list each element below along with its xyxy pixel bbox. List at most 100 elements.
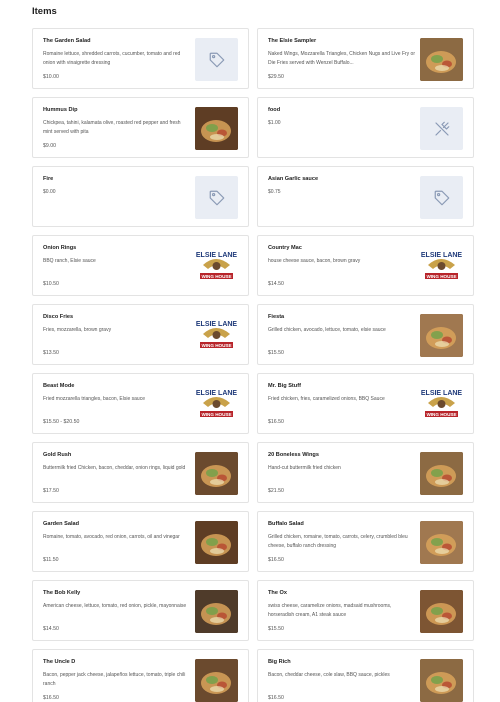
- item-price: $14.50: [268, 281, 284, 287]
- item-price: $15.50: [268, 350, 284, 356]
- item-photo: [195, 590, 238, 633]
- item-card[interactable]: The Elsie Sampler Naked Wings, Mozzarella…: [257, 28, 474, 89]
- item-price: $21.50: [268, 488, 284, 494]
- item-price: $16.50: [268, 419, 284, 425]
- item-price: $29.50: [268, 74, 284, 80]
- item-photo: [195, 107, 238, 150]
- restaurant-logo: ELSIE LANE WING HOUSE: [420, 383, 463, 426]
- item-description: Buttermilk fried Chicken, bacon, cheddar…: [43, 465, 186, 471]
- item-card[interactable]: The Bob Kelly American cheese, lettuce, t…: [32, 580, 249, 641]
- item-price: $16.50: [268, 695, 284, 701]
- item-description: Romaine lettuce, shredded carrots, cucum…: [43, 51, 181, 66]
- item-card[interactable]: Hummus Dip Chickpea, tahini, kalamata oli…: [32, 97, 249, 158]
- logo-text-line2: WING HOUSE: [201, 343, 231, 348]
- item-name: Buffalo Salad: [268, 521, 304, 527]
- logo-text-line1: ELSIE LANE: [196, 390, 238, 397]
- tag-icon: [209, 190, 224, 205]
- item-card[interactable]: Onion Rings BBQ ranch, Elsie sauce $10.50 E…: [32, 235, 249, 296]
- item-price: $14.50: [43, 626, 59, 632]
- item-card[interactable]: Mr. Big Stuff Fried chicken, fries, caram…: [257, 373, 474, 434]
- item-name: The Bob Kelly: [43, 590, 81, 596]
- item-name: food: [268, 107, 281, 113]
- item-description: Romaine, tomato, avocado, red onion, car…: [43, 534, 180, 540]
- item-name: The Garden Salad: [43, 38, 91, 44]
- item-image-placeholder: [420, 107, 463, 150]
- item-card[interactable]: The Uncle D Bacon, pepper jack cheese, ja…: [32, 649, 249, 702]
- logo-text-line2: WING HOUSE: [201, 412, 231, 417]
- item-description: $0.75: [268, 189, 281, 195]
- page-title: Items: [32, 6, 57, 17]
- item-name: 20 Boneless Wings: [268, 452, 319, 458]
- item-card[interactable]: Beast Mode Fried mozzarella triangles, ba…: [32, 373, 249, 434]
- item-name: Mr. Big Stuff: [268, 383, 301, 389]
- item-name: Fiesta: [268, 314, 285, 320]
- item-description: Fried chicken, fries, caramelized onions…: [268, 396, 385, 402]
- item-name: Big Rich: [268, 659, 291, 665]
- items-grid: The Garden Salad Romaine lettuce, shredde…: [32, 28, 474, 702]
- item-description: BBQ ranch, Elsie sauce: [43, 258, 96, 264]
- item-description: Fries, mozzarella, brown gravy: [43, 327, 112, 333]
- item-description: Fried mozzarella triangles, bacon, Elsie…: [43, 396, 145, 402]
- item-photo: [420, 659, 463, 702]
- item-name: Onion Rings: [43, 245, 77, 251]
- item-photo: [195, 452, 238, 495]
- item-description: Chickpea, tahini, kalamata olive, roaste…: [43, 120, 181, 135]
- logo-text-line1: ELSIE LANE: [196, 252, 238, 259]
- item-card[interactable]: Fiesta Grilled chicken, avocado, lettuce,…: [257, 304, 474, 365]
- item-card[interactable]: The Garden Salad Romaine lettuce, shredde…: [32, 28, 249, 89]
- item-name: The Ox: [268, 590, 287, 596]
- item-photo: [420, 590, 463, 633]
- item-description: $0.00: [43, 189, 56, 195]
- item-image-placeholder: [195, 38, 238, 81]
- item-description: Bacon, pepper jack cheese, jalapeños let…: [43, 672, 186, 687]
- item-photo: [420, 521, 463, 564]
- item-card[interactable]: 20 Boneless Wings Hand-cut buttermilk fri…: [257, 442, 474, 503]
- item-price: $10.50: [43, 281, 59, 287]
- logo-text-line2: WING HOUSE: [426, 274, 456, 279]
- item-name: Fire: [43, 176, 54, 182]
- item-description: Grilled chicken, romaine, tomato, carrot…: [268, 534, 408, 549]
- item-description: swiss cheese, caramelize onions, madsaid…: [268, 603, 392, 618]
- item-card[interactable]: Gold Rush Buttermilk fried Chicken, bacon…: [32, 442, 249, 503]
- item-name: Gold Rush: [43, 452, 72, 458]
- item-card[interactable]: Country Mac house cheese sauce, bacon, br…: [257, 235, 474, 296]
- item-name: The Elsie Sampler: [268, 38, 317, 44]
- item-card[interactable]: The Ox swiss cheese, caramelize onions, m…: [257, 580, 474, 641]
- restaurant-logo: ELSIE LANE WING HOUSE: [195, 383, 238, 426]
- item-photo: [420, 314, 463, 357]
- item-name: Country Mac: [268, 245, 302, 251]
- item-description: Hand-cut buttermilk fried chicken: [268, 465, 341, 471]
- item-description: $1.00: [268, 120, 281, 126]
- item-card[interactable]: Disco Fries Fries, mozzarella, brown grav…: [32, 304, 249, 365]
- item-name: The Uncle D: [43, 659, 76, 665]
- item-card[interactable]: food $1.00: [257, 97, 474, 158]
- tag-icon: [434, 190, 449, 205]
- item-price: $13.50: [43, 350, 59, 356]
- restaurant-logo: ELSIE LANE WING HOUSE: [195, 314, 238, 357]
- item-photo: [195, 521, 238, 564]
- item-price: $15.50 - $20.50: [43, 419, 80, 425]
- item-price: $16.50: [268, 557, 284, 563]
- item-card[interactable]: Buffalo Salad Grilled chicken, romaine, t…: [257, 511, 474, 572]
- item-price: $15.50: [268, 626, 284, 632]
- item-name: Disco Fries: [43, 314, 74, 320]
- item-description: Bacon, cheddar cheese, cole slaw, BBQ sa…: [268, 672, 390, 678]
- item-card[interactable]: Asian Garlic sauce $0.75: [257, 166, 474, 227]
- item-price: $16.50: [43, 695, 59, 701]
- restaurant-logo: ELSIE LANE WING HOUSE: [420, 245, 463, 288]
- item-price: $11.50: [43, 557, 59, 563]
- item-photo: [420, 452, 463, 495]
- item-name: Asian Garlic sauce: [268, 176, 319, 182]
- item-card[interactable]: Garden Salad Romaine, tomato, avocado, re…: [32, 511, 249, 572]
- logo-text-line2: WING HOUSE: [201, 274, 231, 279]
- tag-icon: [209, 52, 224, 67]
- utensils-icon: [434, 121, 449, 136]
- logo-text-line1: ELSIE LANE: [421, 390, 463, 397]
- item-name: Hummus Dip: [43, 107, 78, 113]
- item-card[interactable]: Big Rich Bacon, cheddar cheese, cole slaw…: [257, 649, 474, 702]
- restaurant-logo: ELSIE LANE WING HOUSE: [195, 245, 238, 288]
- item-image-placeholder: [195, 176, 238, 219]
- logo-text-line1: ELSIE LANE: [196, 321, 238, 328]
- item-price: $9.00: [43, 143, 56, 149]
- item-card[interactable]: Fire $0.00: [32, 166, 249, 227]
